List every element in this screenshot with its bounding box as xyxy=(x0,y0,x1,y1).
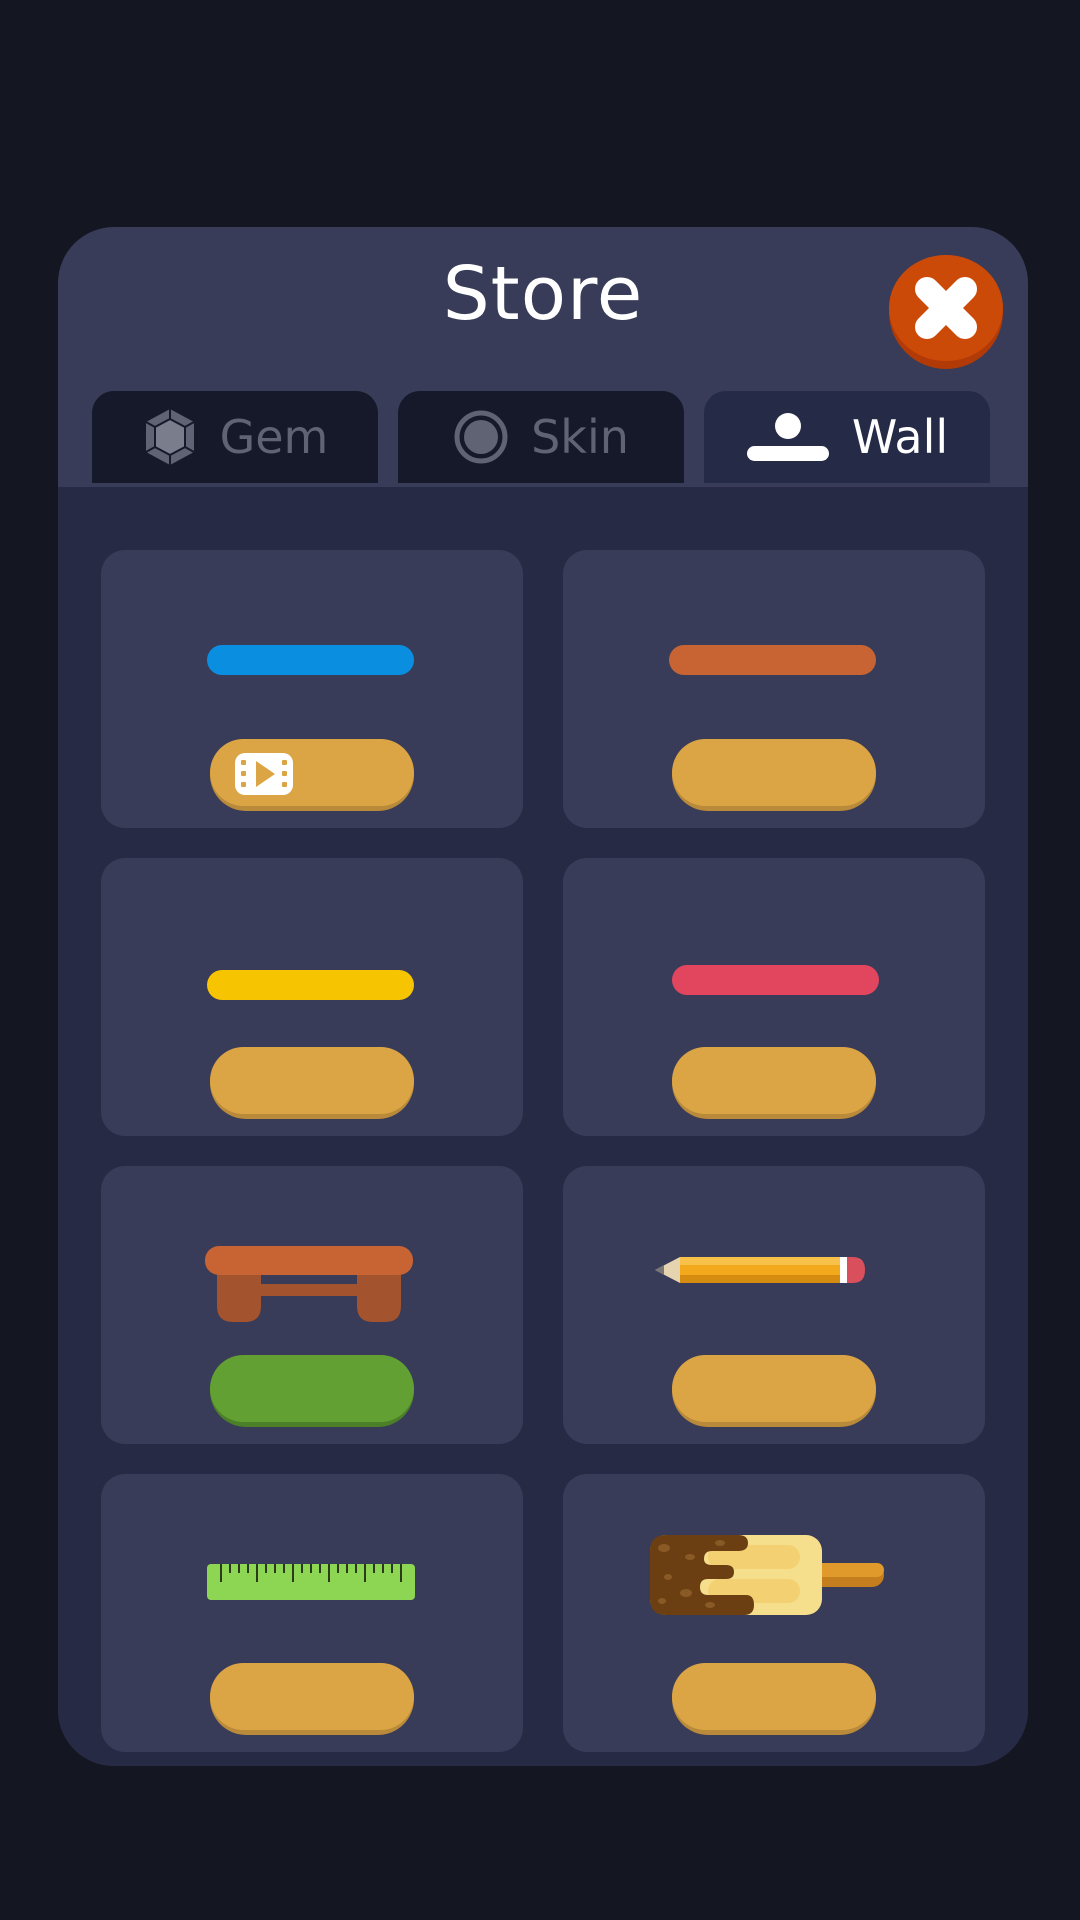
unlock-button[interactable] xyxy=(210,1663,414,1735)
tab-skin-label: Skin xyxy=(531,410,629,464)
item-card-pencil-wall[interactable] xyxy=(563,1166,985,1444)
item-card-ruler-wall[interactable] xyxy=(101,1474,523,1752)
tab-wall[interactable]: Wall xyxy=(704,391,990,483)
equipped-button[interactable] xyxy=(210,1355,414,1427)
item-card-red-wall[interactable] xyxy=(563,858,985,1136)
pencil-wall-preview xyxy=(655,1257,865,1283)
skin-icon xyxy=(454,410,508,464)
store-panel: Store Gem Skin Wall xyxy=(58,227,1028,1766)
blue-wall-preview xyxy=(207,645,414,675)
gem-icon xyxy=(145,409,195,465)
item-card-bench-wall[interactable] xyxy=(101,1166,523,1444)
popsicle-wall-preview xyxy=(650,1535,884,1615)
item-card-yellow-wall[interactable] xyxy=(101,858,523,1136)
close-button[interactable] xyxy=(889,255,1003,369)
tab-gem-label: Gem xyxy=(219,410,329,464)
tab-gem[interactable]: Gem xyxy=(92,391,378,483)
close-icon xyxy=(915,277,977,339)
unlock-button[interactable] xyxy=(672,1355,876,1427)
ruler-wall-preview xyxy=(207,1564,415,1600)
wall-icon xyxy=(746,413,829,461)
video-icon xyxy=(235,753,293,795)
yellow-wall-preview xyxy=(207,970,414,1000)
unlock-button[interactable] xyxy=(672,1047,876,1119)
store-title: Store xyxy=(442,251,644,337)
unlock-button[interactable] xyxy=(672,1663,876,1735)
wall-items-grid xyxy=(58,487,1028,1766)
item-card-orange-wall[interactable] xyxy=(563,550,985,828)
unlock-button[interactable] xyxy=(672,739,876,811)
tab-skin[interactable]: Skin xyxy=(398,391,684,483)
item-card-popsicle-wall[interactable] xyxy=(563,1474,985,1752)
unlock-button[interactable] xyxy=(210,1047,414,1119)
watch-video-button[interactable] xyxy=(210,739,414,811)
orange-wall-preview xyxy=(669,645,876,675)
bench-wall-preview xyxy=(205,1246,413,1322)
red-wall-preview xyxy=(672,965,879,995)
tab-wall-label: Wall xyxy=(851,410,949,464)
item-card-blue-wall[interactable] xyxy=(101,550,523,828)
